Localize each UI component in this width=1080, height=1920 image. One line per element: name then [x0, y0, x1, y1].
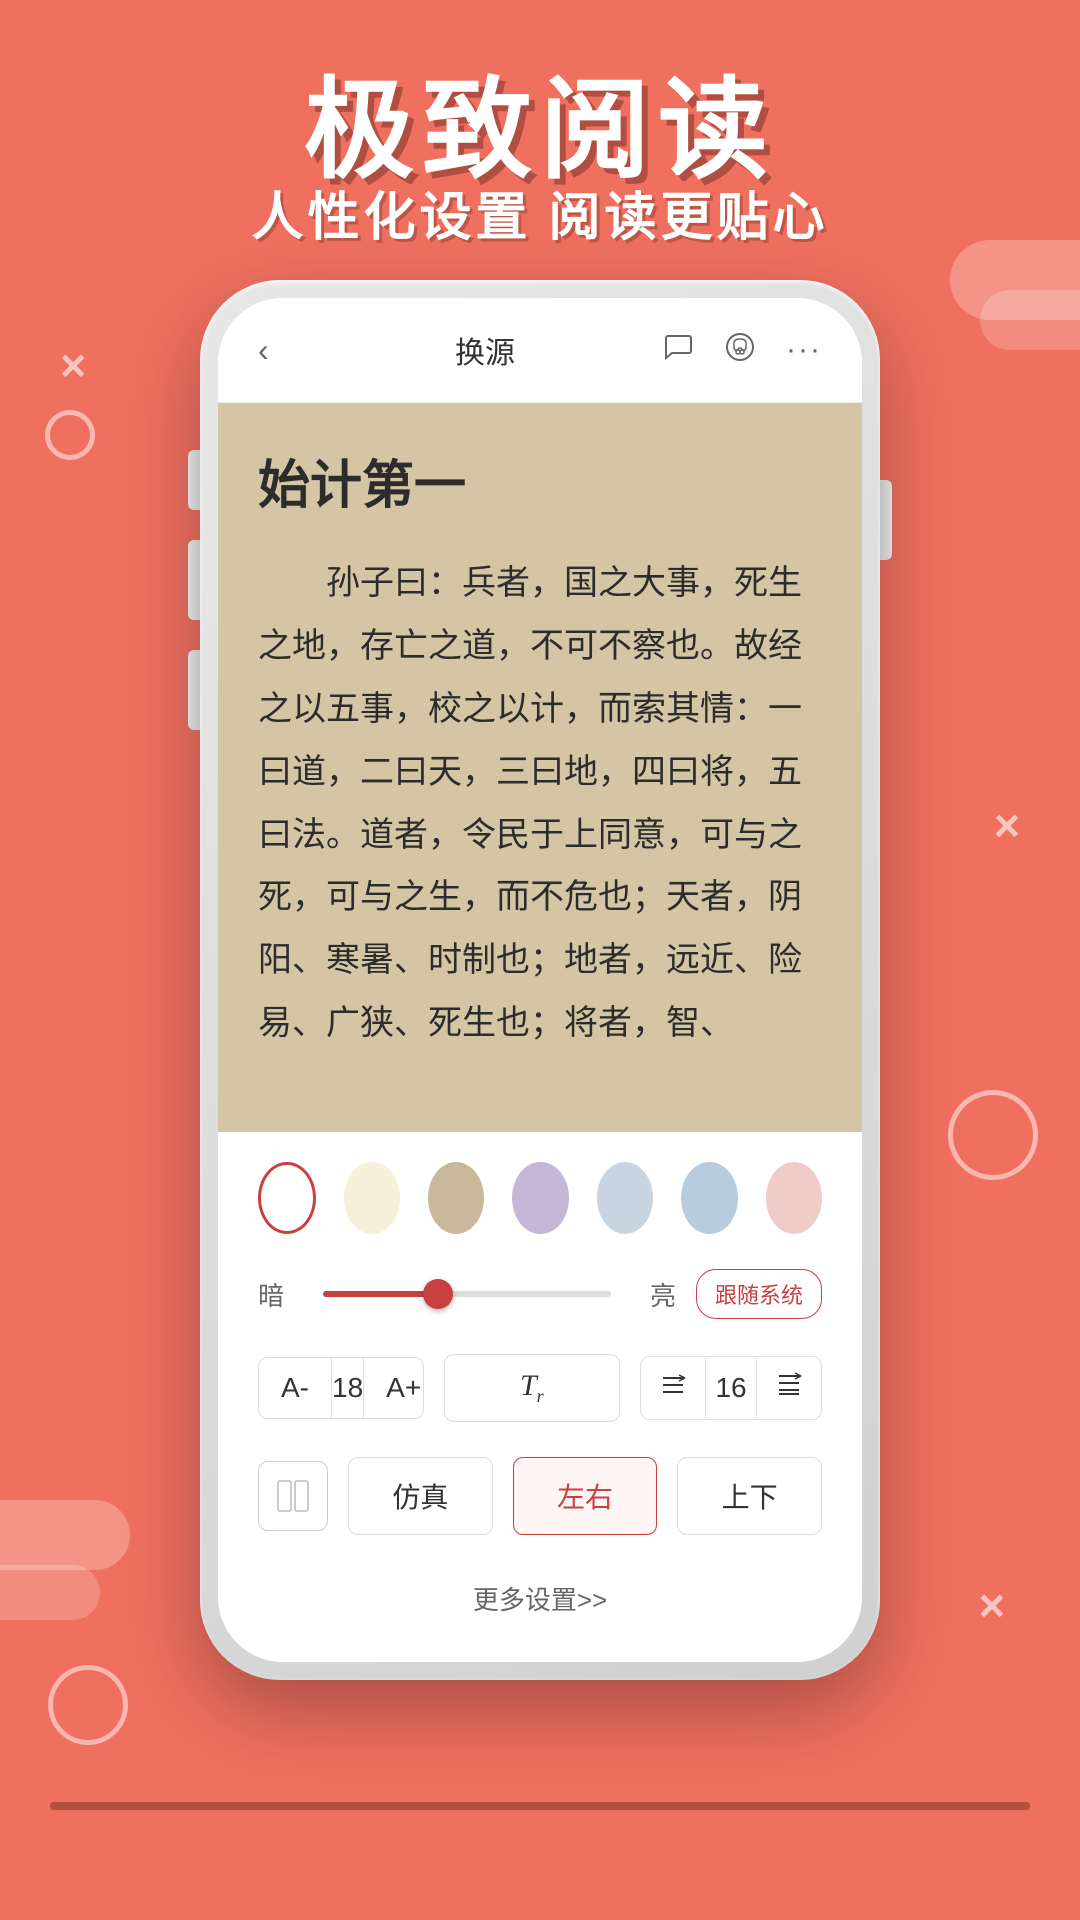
deco-wave-3: [0, 1500, 130, 1570]
volume-down-button: [188, 650, 200, 730]
nav-bar: ‹ 换源: [218, 298, 862, 403]
top-bottom-mode-button[interactable]: 上下: [677, 1457, 822, 1535]
reading-area[interactable]: 始计第一 孙子曰：兵者，国之大事，死生之地，存亡之道，不可不察也。故经之以五事，…: [218, 403, 862, 1132]
line-height-increase-button[interactable]: [757, 1357, 821, 1419]
font-size-value: 18: [331, 1358, 364, 1418]
back-button[interactable]: ‹: [258, 332, 308, 369]
color-swatch-tan[interactable]: [428, 1162, 484, 1234]
nav-icons: ···: [662, 331, 822, 370]
slider-fill: [323, 1291, 438, 1297]
light-label: 亮: [631, 1276, 676, 1313]
chapter-title: 始计第一: [258, 443, 822, 518]
deco-x-1: ×: [60, 340, 86, 392]
line-height-decrease-button[interactable]: [641, 1357, 705, 1419]
mute-button: [188, 450, 200, 510]
line-height-value: 16: [705, 1358, 757, 1418]
sub-title: 人性化设置 阅读更贴心: [0, 175, 1080, 250]
font-size-control: A- 18 A+: [258, 1357, 424, 1419]
font-type-icon: Tr: [520, 1369, 544, 1407]
font-type-button[interactable]: Tr: [444, 1354, 621, 1422]
deco-wave-2: [980, 290, 1080, 350]
color-swatch-pink[interactable]: [766, 1162, 822, 1234]
color-swatch-yellow[interactable]: [344, 1162, 400, 1234]
font-increase-button[interactable]: A+: [364, 1358, 423, 1418]
settings-panel: 暗 亮 跟随系统 A- 18 A+: [218, 1132, 862, 1662]
follow-system-button[interactable]: 跟随系统: [696, 1269, 822, 1319]
phone-screen: ‹ 换源: [218, 298, 862, 1662]
volume-up-button: [188, 540, 200, 620]
color-row: [258, 1162, 822, 1234]
power-button: [880, 480, 892, 560]
font-decrease-button[interactable]: A-: [259, 1358, 331, 1418]
deco-circle-1: [45, 410, 95, 460]
more-settings-button[interactable]: 更多设置>>: [258, 1565, 822, 1632]
audio-icon[interactable]: [724, 331, 756, 370]
more-icon[interactable]: ···: [786, 333, 822, 367]
slider-thumb[interactable]: [423, 1279, 453, 1309]
deco-x-2: ×: [994, 800, 1020, 852]
color-swatch-purple[interactable]: [512, 1162, 568, 1234]
line-height-control: 16: [640, 1356, 822, 1420]
left-right-mode-button[interactable]: 左右: [513, 1457, 658, 1535]
deco-bottom-line: [50, 1802, 1030, 1810]
deco-wave-4: [0, 1565, 100, 1620]
dark-label: 暗: [258, 1276, 303, 1313]
color-swatch-light-blue[interactable]: [597, 1162, 653, 1234]
comment-icon[interactable]: [662, 331, 694, 370]
nav-title: 换源: [455, 328, 515, 372]
brightness-row: 暗 亮 跟随系统: [258, 1269, 822, 1319]
deco-x-3: ×: [979, 1580, 1005, 1632]
color-swatch-blue[interactable]: [681, 1162, 737, 1234]
mode-row: 仿真 左右 上下: [258, 1457, 822, 1535]
color-swatch-white[interactable]: [258, 1162, 316, 1234]
brightness-slider[interactable]: [323, 1291, 611, 1297]
page-mode-icon[interactable]: [258, 1461, 328, 1531]
deco-circle-2: [948, 1090, 1038, 1180]
reading-text: 孙子曰：兵者，国之大事，死生之地，存亡之道，不可不察也。故经之以五事，校之以计，…: [258, 553, 822, 1056]
deco-circle-3: [48, 1665, 128, 1745]
simulated-mode-button[interactable]: 仿真: [348, 1457, 493, 1535]
phone-mockup: ‹ 换源: [200, 280, 880, 1680]
font-row: A- 18 A+ Tr: [258, 1354, 822, 1422]
